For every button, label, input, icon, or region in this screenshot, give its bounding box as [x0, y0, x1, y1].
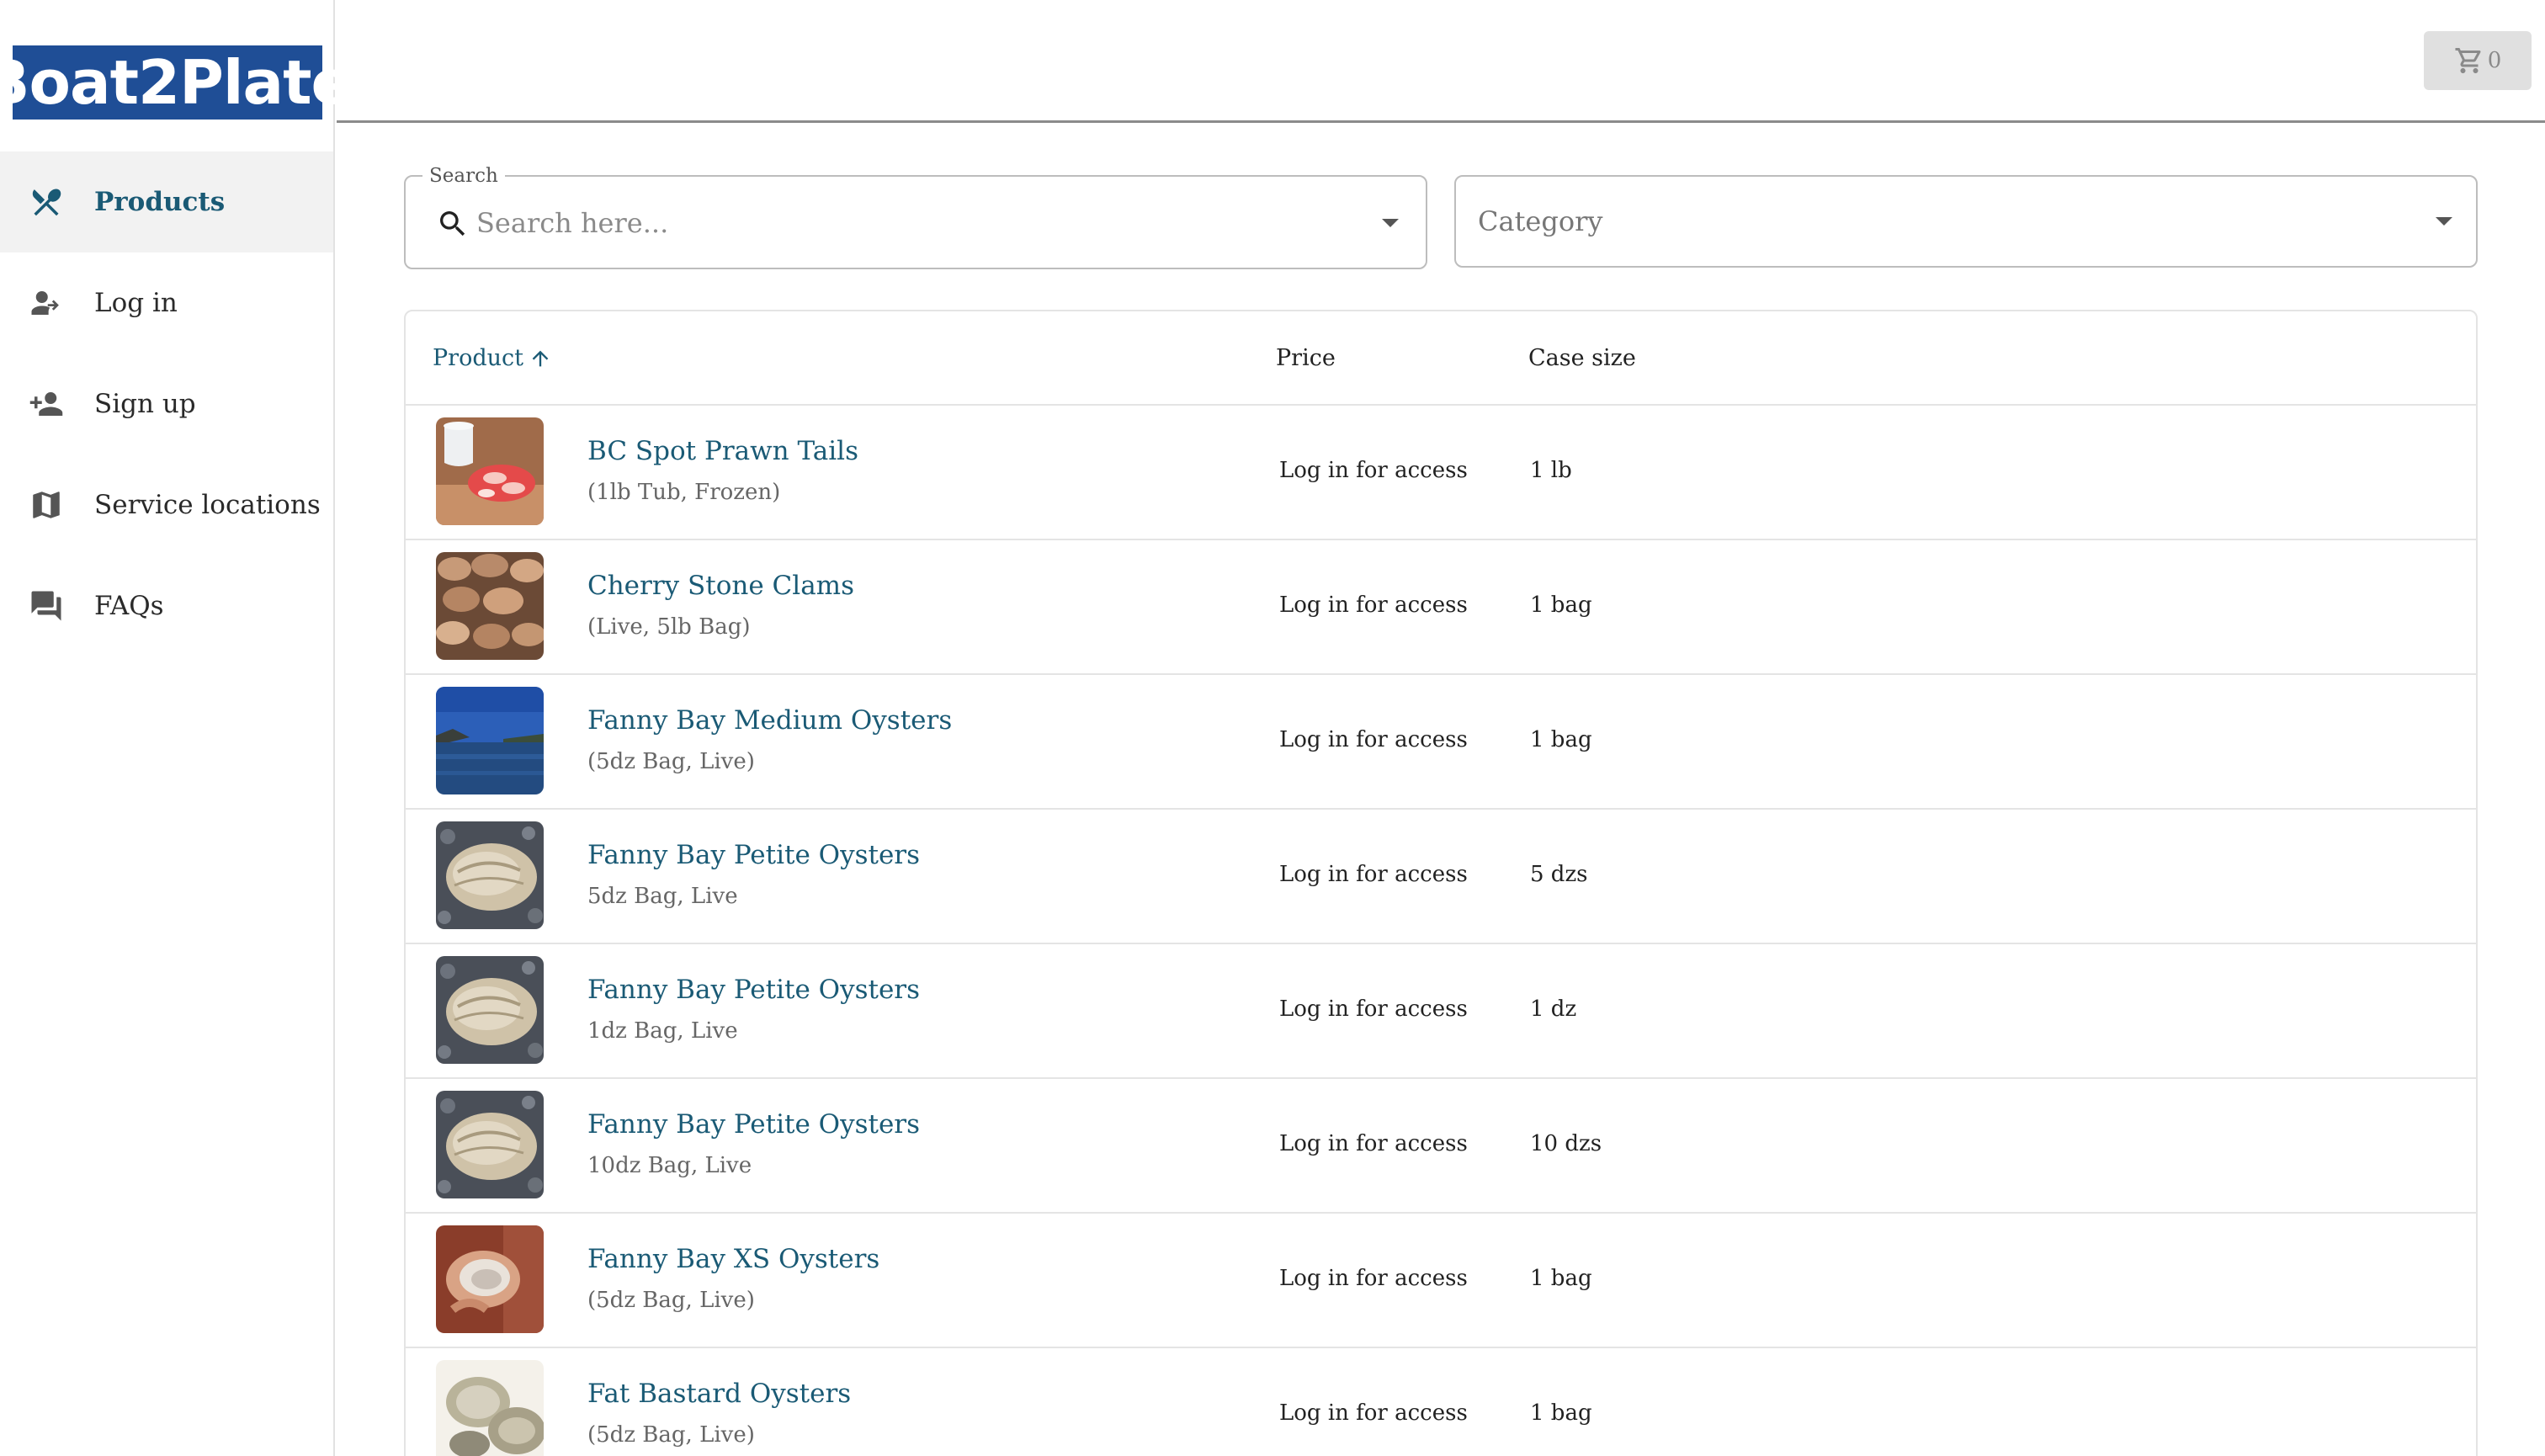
bay-water-image[interactable]	[436, 687, 544, 794]
product-case-size: 1 bag	[1530, 727, 1592, 752]
sidebar-item-label: Log in	[94, 288, 178, 318]
search-icon	[440, 211, 465, 236]
product-case-size: 1 bag	[1530, 1400, 1592, 1426]
product-price: Log in for access	[1279, 1266, 1468, 1291]
category-placeholder: Category	[1478, 205, 1603, 237]
table-row[interactable]: Fanny Bay XS Oysters (5dz Bag, Live) Log…	[406, 1214, 2476, 1348]
sidebar-nav: Products Log in Sign up Service location…	[0, 151, 333, 656]
sidebar: Boat2Plate Products Log in Sign up Servi…	[0, 0, 352, 1456]
login-user-icon	[27, 284, 66, 322]
sidebar-item-label: FAQs	[94, 591, 164, 621]
sidebar-item-login[interactable]: Log in	[0, 252, 333, 353]
clams-image[interactable]	[436, 552, 544, 660]
map-icon	[27, 486, 66, 524]
sidebar-item-label: Products	[94, 187, 226, 217]
product-price: Log in for access	[1279, 727, 1468, 752]
cart-icon	[2455, 48, 2481, 73]
product-price: Log in for access	[1279, 996, 1468, 1022]
oyster-image[interactable]	[436, 821, 544, 929]
table-row[interactable]: Fat Bastard Oysters (5dz Bag, Live) Log …	[406, 1348, 2476, 1456]
product-description: 10dz Bag, Live	[587, 1153, 752, 1178]
table-header: Product Price Case size	[406, 311, 2476, 406]
sidebar-item-label: Service locations	[94, 490, 321, 520]
product-description: (5dz Bag, Live)	[587, 1422, 755, 1448]
product-case-size: 5 dzs	[1530, 862, 1588, 887]
product-case-size: 1 lb	[1530, 458, 1572, 483]
utensils-crossed-icon	[27, 183, 66, 221]
product-name-link[interactable]: Fanny Bay Petite Oysters	[587, 975, 920, 1005]
product-name-link[interactable]: Fanny Bay Medium Oysters	[587, 705, 952, 736]
product-description: 5dz Bag, Live	[587, 884, 738, 909]
table-row[interactable]: Fanny Bay Petite Oysters 1dz Bag, Live L…	[406, 944, 2476, 1079]
top-bar: 0	[337, 0, 2545, 123]
table-row[interactable]: Cherry Stone Clams (Live, 5lb Bag) Log i…	[406, 540, 2476, 675]
oyster-image[interactable]	[436, 956, 544, 1064]
open-oyster-image[interactable]	[436, 1360, 544, 1456]
product-price: Log in for access	[1279, 1400, 1468, 1426]
sidebar-item-faqs[interactable]: FAQs	[0, 555, 333, 656]
product-description: (Live, 5lb Bag)	[587, 614, 751, 640]
product-name-link[interactable]: BC Spot Prawn Tails	[587, 436, 858, 466]
cart-button[interactable]: 0	[2424, 31, 2532, 90]
product-price: Log in for access	[1279, 1131, 1468, 1156]
sidebar-item-label: Sign up	[94, 389, 196, 419]
cart-count: 0	[2487, 48, 2502, 73]
product-price: Log in for access	[1279, 592, 1468, 618]
product-price: Log in for access	[1279, 862, 1468, 887]
product-case-size: 1 dz	[1530, 996, 1577, 1022]
product-case-size: 1 bag	[1530, 1266, 1592, 1291]
table-row[interactable]: Fanny Bay Petite Oysters 10dz Bag, Live …	[406, 1079, 2476, 1214]
table-row[interactable]: Fanny Bay Medium Oysters (5dz Bag, Live)…	[406, 675, 2476, 810]
hand-oyster-image[interactable]	[436, 1225, 544, 1333]
product-case-size: 1 bag	[1530, 592, 1592, 618]
arrow-up-icon	[532, 350, 549, 366]
product-name-link[interactable]: Fat Bastard Oysters	[587, 1379, 851, 1409]
product-name-link[interactable]: Fanny Bay Petite Oysters	[587, 840, 920, 870]
chevron-down-icon[interactable]	[1382, 219, 1399, 227]
product-name-link[interactable]: Fanny Bay Petite Oysters	[587, 1109, 920, 1140]
brand-logo[interactable]: Boat2Plate	[0, 45, 352, 120]
column-header-product[interactable]: Product	[433, 345, 552, 371]
product-description: (1lb Tub, Frozen)	[587, 480, 781, 505]
chevron-down-icon	[2436, 217, 2452, 226]
product-case-size: 10 dzs	[1530, 1131, 1602, 1156]
search-field[interactable]: Search	[404, 165, 1427, 269]
products-table: Product Price Case size BC Spot Prawn Ta…	[404, 310, 2478, 1456]
product-description: (5dz Bag, Live)	[587, 1288, 755, 1313]
product-name-link[interactable]: Fanny Bay XS Oysters	[587, 1244, 879, 1274]
search-label: Search	[422, 165, 505, 187]
table-row[interactable]: BC Spot Prawn Tails (1lb Tub, Frozen) Lo…	[406, 406, 2476, 540]
sidebar-item-products[interactable]: Products	[0, 151, 333, 252]
oyster-image[interactable]	[436, 1091, 544, 1198]
search-input[interactable]	[476, 197, 1318, 249]
table-row[interactable]: Fanny Bay Petite Oysters 5dz Bag, Live L…	[406, 810, 2476, 944]
column-header-case-size[interactable]: Case size	[1528, 345, 1636, 371]
product-description: 1dz Bag, Live	[587, 1018, 738, 1044]
category-select[interactable]: Category	[1454, 175, 2478, 268]
sidebar-item-signup[interactable]: Sign up	[0, 353, 333, 454]
prawn-tails-image[interactable]	[436, 417, 544, 525]
product-name-link[interactable]: Cherry Stone Clams	[587, 571, 854, 601]
product-price: Log in for access	[1279, 458, 1468, 483]
sidebar-item-service-locations[interactable]: Service locations	[0, 454, 333, 555]
column-header-label: Product	[433, 345, 523, 371]
column-header-price[interactable]: Price	[1276, 345, 1336, 371]
person-add-icon	[27, 385, 66, 423]
forum-icon	[27, 587, 66, 625]
product-description: (5dz Bag, Live)	[587, 749, 755, 774]
